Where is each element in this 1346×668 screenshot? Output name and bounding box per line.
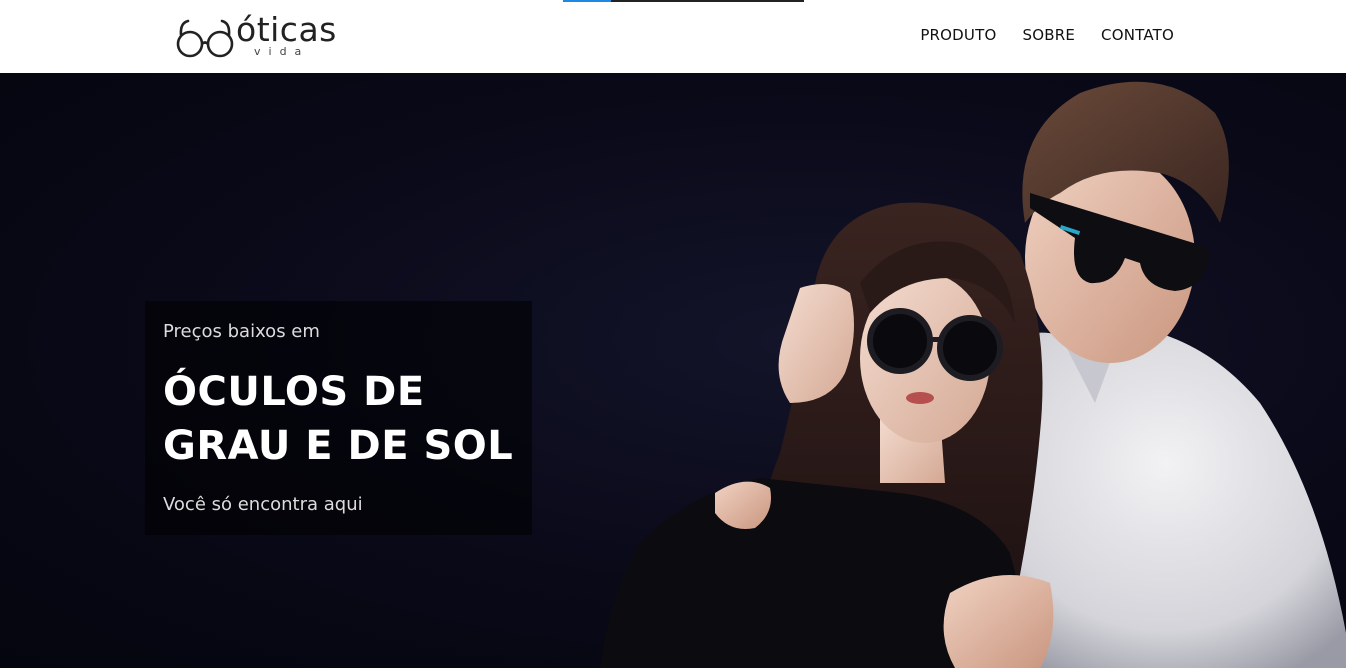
brand-name: óticas — [236, 10, 337, 49]
top-loading-bar-progress — [563, 0, 611, 2]
brand-logo-link[interactable]: óticas vida — [176, 10, 366, 62]
top-loading-bar — [563, 0, 804, 2]
hero-subtitle: Você só encontra aqui — [163, 494, 363, 515]
main-nav: PRODUTO SOBRE CONTATO — [920, 26, 1174, 44]
hero-text-box: Preços baixos em ÓCULOS DE GRAU E DE SOL… — [145, 301, 532, 535]
site-header: óticas vida PRODUTO SOBRE CONTATO — [0, 0, 1346, 73]
hero-title-line-1: ÓCULOS DE — [163, 369, 425, 415]
hero-kicker: Preços baixos em — [163, 321, 320, 342]
page: óticas vida PRODUTO SOBRE CONTATO Preços… — [0, 0, 1346, 668]
brand-tagline: vida — [254, 45, 310, 58]
hero-title-line-2: GRAU E DE SOL — [163, 423, 514, 469]
nav-item-sobre[interactable]: SOBRE — [1023, 26, 1076, 44]
hero-title: ÓCULOS DE GRAU E DE SOL — [163, 365, 533, 473]
eyeglasses-icon — [176, 19, 234, 58]
nav-item-contato[interactable]: CONTATO — [1101, 26, 1174, 44]
hero-banner: Preços baixos em ÓCULOS DE GRAU E DE SOL… — [0, 73, 1346, 668]
nav-item-produto[interactable]: PRODUTO — [920, 26, 996, 44]
